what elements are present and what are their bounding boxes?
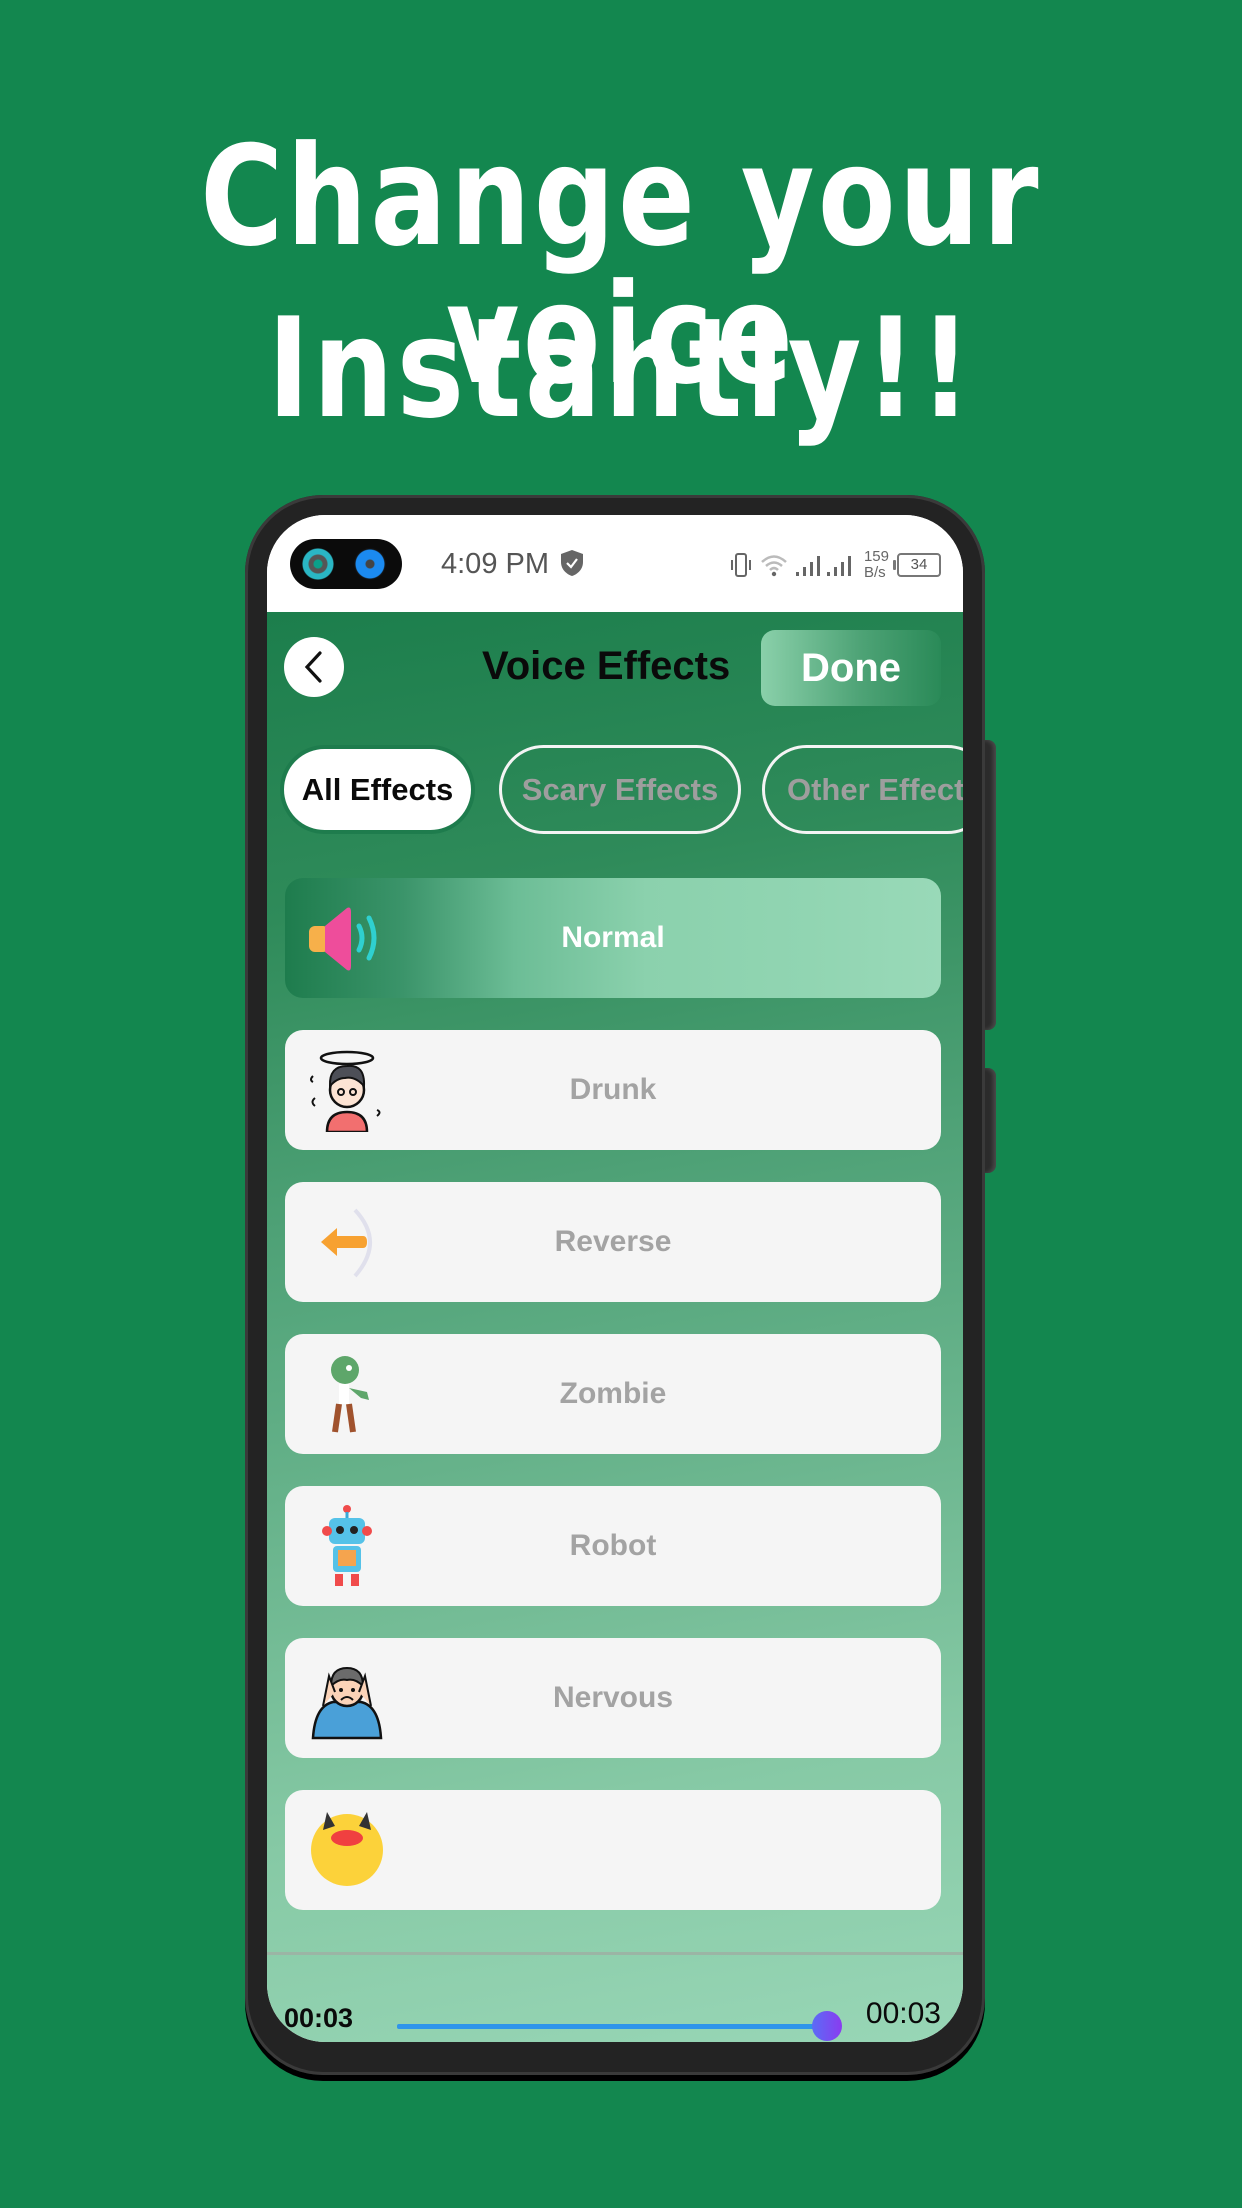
signal-icon — [795, 556, 851, 576]
total-time: 00:03 — [865, 1997, 941, 2030]
status-bar: 4:09 PM 159 B/s 34 — [267, 515, 963, 612]
phone-screen: 4:09 PM 159 B/s 34 Voice Effects Done Al… — [267, 515, 963, 2042]
camera-cutout — [290, 539, 402, 589]
net-speed: 159 B/s — [864, 549, 889, 581]
dizzy-man-icon — [310, 1050, 381, 1132]
effect-label: Nervous — [552, 1681, 674, 1714]
effect-label: Robot — [569, 1529, 657, 1562]
promo-headline-line2: Instantly!! — [267, 288, 975, 449]
effect-label: Drunk — [569, 1073, 657, 1106]
page-title: Voice Effects — [482, 644, 731, 688]
seek-track — [397, 2024, 827, 2029]
shield-icon — [561, 550, 583, 576]
reverse-arrow-icon — [321, 1208, 372, 1278]
effect-item-robot[interactable]: Robot — [285, 1486, 941, 1606]
camera-lens-icon — [302, 548, 334, 580]
effect-item-drunk[interactable]: Drunk — [285, 1030, 941, 1150]
audio-player: 00:03 00:03 — [267, 1955, 963, 2042]
chevron-left-icon — [304, 651, 322, 683]
effect-item-partial[interactable] — [285, 1790, 941, 1910]
effect-label: Reverse — [554, 1225, 672, 1258]
effect-label: Normal — [561, 921, 665, 954]
phone-frame: 4:09 PM 159 B/s 34 Voice Effects Done Al… — [245, 495, 985, 2075]
nervous-man-icon — [311, 1666, 383, 1740]
effect-item-zombie[interactable]: Zombie — [285, 1334, 941, 1454]
effects-list[interactable]: Normal Drunk Reverse Zombie Robot Nervou… — [267, 785, 963, 1935]
robot-icon — [322, 1505, 372, 1586]
net-speed-value: 159 — [863, 548, 889, 565]
current-time: 00:03 — [284, 2003, 354, 2033]
status-icons: 159 B/s 34 — [730, 543, 941, 587]
vibrate-icon — [730, 553, 751, 577]
seek-slider[interactable] — [397, 2011, 842, 2041]
speaker-icon — [309, 907, 377, 971]
camera-lens-icon — [354, 548, 386, 580]
seek-thumb[interactable] — [812, 2011, 842, 2041]
zombie-icon — [331, 1356, 369, 1433]
done-button[interactable]: Done — [761, 630, 941, 706]
devil-icon — [311, 1812, 383, 1886]
wifi-icon — [761, 555, 787, 577]
effect-label: Zombie — [559, 1377, 667, 1410]
effect-item-nervous[interactable]: Nervous — [285, 1638, 941, 1758]
battery-icon: 34 — [893, 553, 941, 577]
net-speed-unit: B/s — [863, 564, 886, 581]
effect-item-normal[interactable]: Normal — [285, 878, 941, 998]
back-button[interactable] — [284, 637, 344, 697]
status-time: 4:09 PM — [441, 548, 549, 580]
voice-effects-screen: Voice Effects Done All Effects Scary Eff… — [267, 612, 963, 2042]
effect-item-reverse[interactable]: Reverse — [285, 1182, 941, 1302]
